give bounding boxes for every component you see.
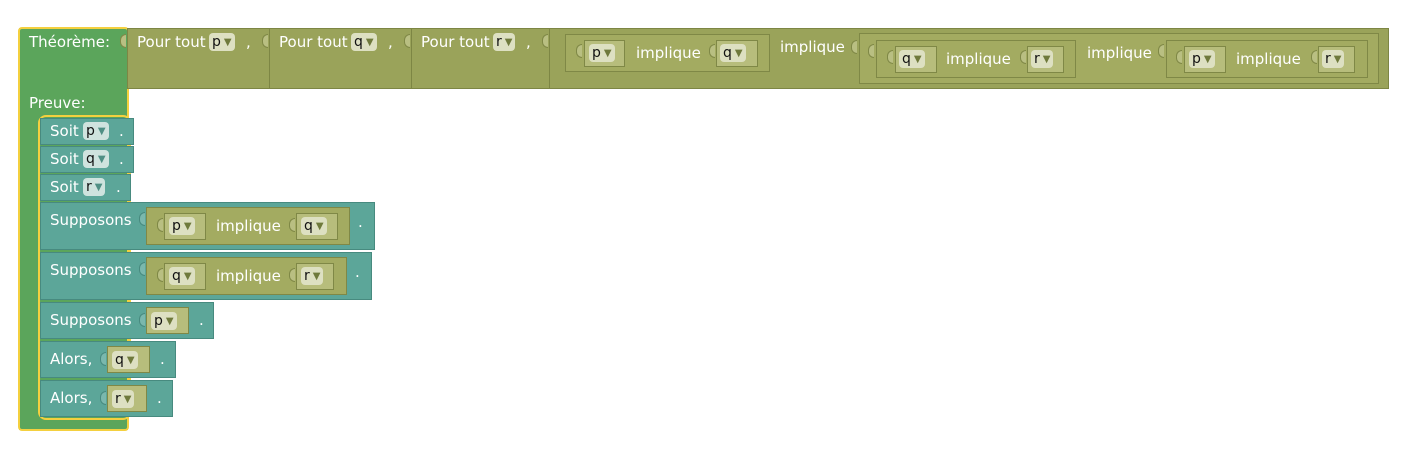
quantifier-label: Pour tout xyxy=(279,33,348,51)
statement-end: . xyxy=(355,263,360,281)
input-connector xyxy=(1158,44,1164,58)
statement-end: . xyxy=(160,350,165,368)
quantifier-label: Pour tout xyxy=(421,33,490,51)
input-connector xyxy=(1020,50,1026,64)
dropdown-caret-icon: ▼ xyxy=(183,271,192,282)
input-connector xyxy=(709,44,715,58)
variable-dropdown-q[interactable]: q ▼ xyxy=(83,150,109,168)
quantifier-separator: , xyxy=(526,33,531,51)
dropdown-caret-icon: ▼ xyxy=(1042,54,1051,65)
variable-dropdown-p[interactable]: p ▼ xyxy=(83,122,109,140)
implies-label: implique xyxy=(780,38,845,56)
dropdown-caret-icon: ▼ xyxy=(312,271,321,282)
dropdown-caret-icon: ▼ xyxy=(126,355,135,366)
dropdown-caret-icon: ▼ xyxy=(94,182,103,193)
theorem-label: Théorème: xyxy=(29,33,111,51)
implies-label: implique xyxy=(1236,50,1301,68)
input-connector xyxy=(120,34,126,48)
dropdown-caret-icon: ▼ xyxy=(1203,54,1212,65)
input-connector xyxy=(542,34,548,48)
variable-dropdown-p[interactable]: p ▼ xyxy=(589,44,615,62)
soit-label: Soit xyxy=(50,122,79,140)
variable-dropdown-p[interactable]: p ▼ xyxy=(151,312,177,330)
variable-dropdown-r[interactable]: r ▼ xyxy=(493,33,516,51)
variable-dropdown-r[interactable]: r ▼ xyxy=(112,390,135,408)
input-connector xyxy=(262,34,268,48)
statement-end: . xyxy=(358,213,363,231)
dropdown-caret-icon: ▼ xyxy=(365,37,374,48)
dropdown-caret-icon: ▼ xyxy=(1333,54,1342,65)
input-connector xyxy=(576,44,582,58)
variable-dropdown-p[interactable]: p ▼ xyxy=(1189,50,1215,68)
input-connector xyxy=(100,391,106,405)
implies-label: implique xyxy=(1087,44,1152,62)
input-connector xyxy=(887,50,893,64)
supposons-label: Supposons xyxy=(50,311,132,329)
variable-dropdown-q[interactable]: q ▼ xyxy=(169,267,195,285)
quantifier-separator: , xyxy=(246,33,251,51)
supposons-label: Supposons xyxy=(50,261,132,279)
variable-dropdown-p[interactable]: p ▼ xyxy=(169,217,195,235)
variable-dropdown-r[interactable]: r ▼ xyxy=(83,178,106,196)
variable-dropdown-q[interactable]: q ▼ xyxy=(351,33,377,51)
input-connector xyxy=(139,212,145,226)
soit-label: Soit xyxy=(50,150,79,168)
dropdown-caret-icon: ▼ xyxy=(603,48,612,59)
dropdown-caret-icon: ▼ xyxy=(734,48,743,59)
input-connector xyxy=(851,40,857,54)
input-connector xyxy=(157,268,163,282)
variable-dropdown-q[interactable]: q ▼ xyxy=(301,217,327,235)
statement-end: . xyxy=(119,150,124,168)
alors-label: Alors, xyxy=(50,350,93,368)
alors-label: Alors, xyxy=(50,389,93,407)
statement-end: . xyxy=(116,178,121,196)
variable-dropdown-q[interactable]: q ▼ xyxy=(899,50,925,68)
dropdown-caret-icon: ▼ xyxy=(315,221,324,232)
input-connector xyxy=(139,313,145,327)
input-connector xyxy=(139,262,145,276)
quantifier-label: Pour tout xyxy=(137,33,206,51)
variable-dropdown-q[interactable]: q ▼ xyxy=(720,44,746,62)
supposons-label: Supposons xyxy=(50,211,132,229)
input-connector xyxy=(1176,50,1182,64)
variable-dropdown-p[interactable]: p ▼ xyxy=(209,33,235,51)
input-connector xyxy=(157,218,163,232)
dropdown-caret-icon: ▼ xyxy=(504,37,513,48)
input-connector xyxy=(289,218,295,232)
input-connector xyxy=(404,34,410,48)
input-connector xyxy=(289,268,295,282)
statement-end: . xyxy=(119,122,124,140)
proof-label: Preuve: xyxy=(29,94,86,112)
statement-end: . xyxy=(157,389,162,407)
implies-label: implique xyxy=(216,267,281,285)
quantifier-separator: , xyxy=(388,33,393,51)
dropdown-caret-icon: ▼ xyxy=(223,37,232,48)
dropdown-caret-icon: ▼ xyxy=(97,126,106,137)
implies-label: implique xyxy=(636,44,701,62)
input-connector xyxy=(868,44,874,58)
implies-label: implique xyxy=(946,50,1011,68)
input-connector xyxy=(1311,50,1317,64)
dropdown-caret-icon: ▼ xyxy=(913,54,922,65)
variable-dropdown-r[interactable]: r ▼ xyxy=(1322,50,1345,68)
dropdown-caret-icon: ▼ xyxy=(97,154,106,165)
variable-dropdown-q[interactable]: q ▼ xyxy=(112,351,138,369)
dropdown-caret-icon: ▼ xyxy=(165,316,174,327)
soit-label: Soit xyxy=(50,178,79,196)
implies-label: implique xyxy=(216,217,281,235)
dropdown-caret-icon: ▼ xyxy=(123,394,132,405)
dropdown-caret-icon: ▼ xyxy=(183,221,192,232)
variable-dropdown-r[interactable]: r ▼ xyxy=(301,267,324,285)
variable-dropdown-r[interactable]: r ▼ xyxy=(1031,50,1054,68)
statement-end: . xyxy=(199,311,204,329)
input-connector xyxy=(100,352,106,366)
